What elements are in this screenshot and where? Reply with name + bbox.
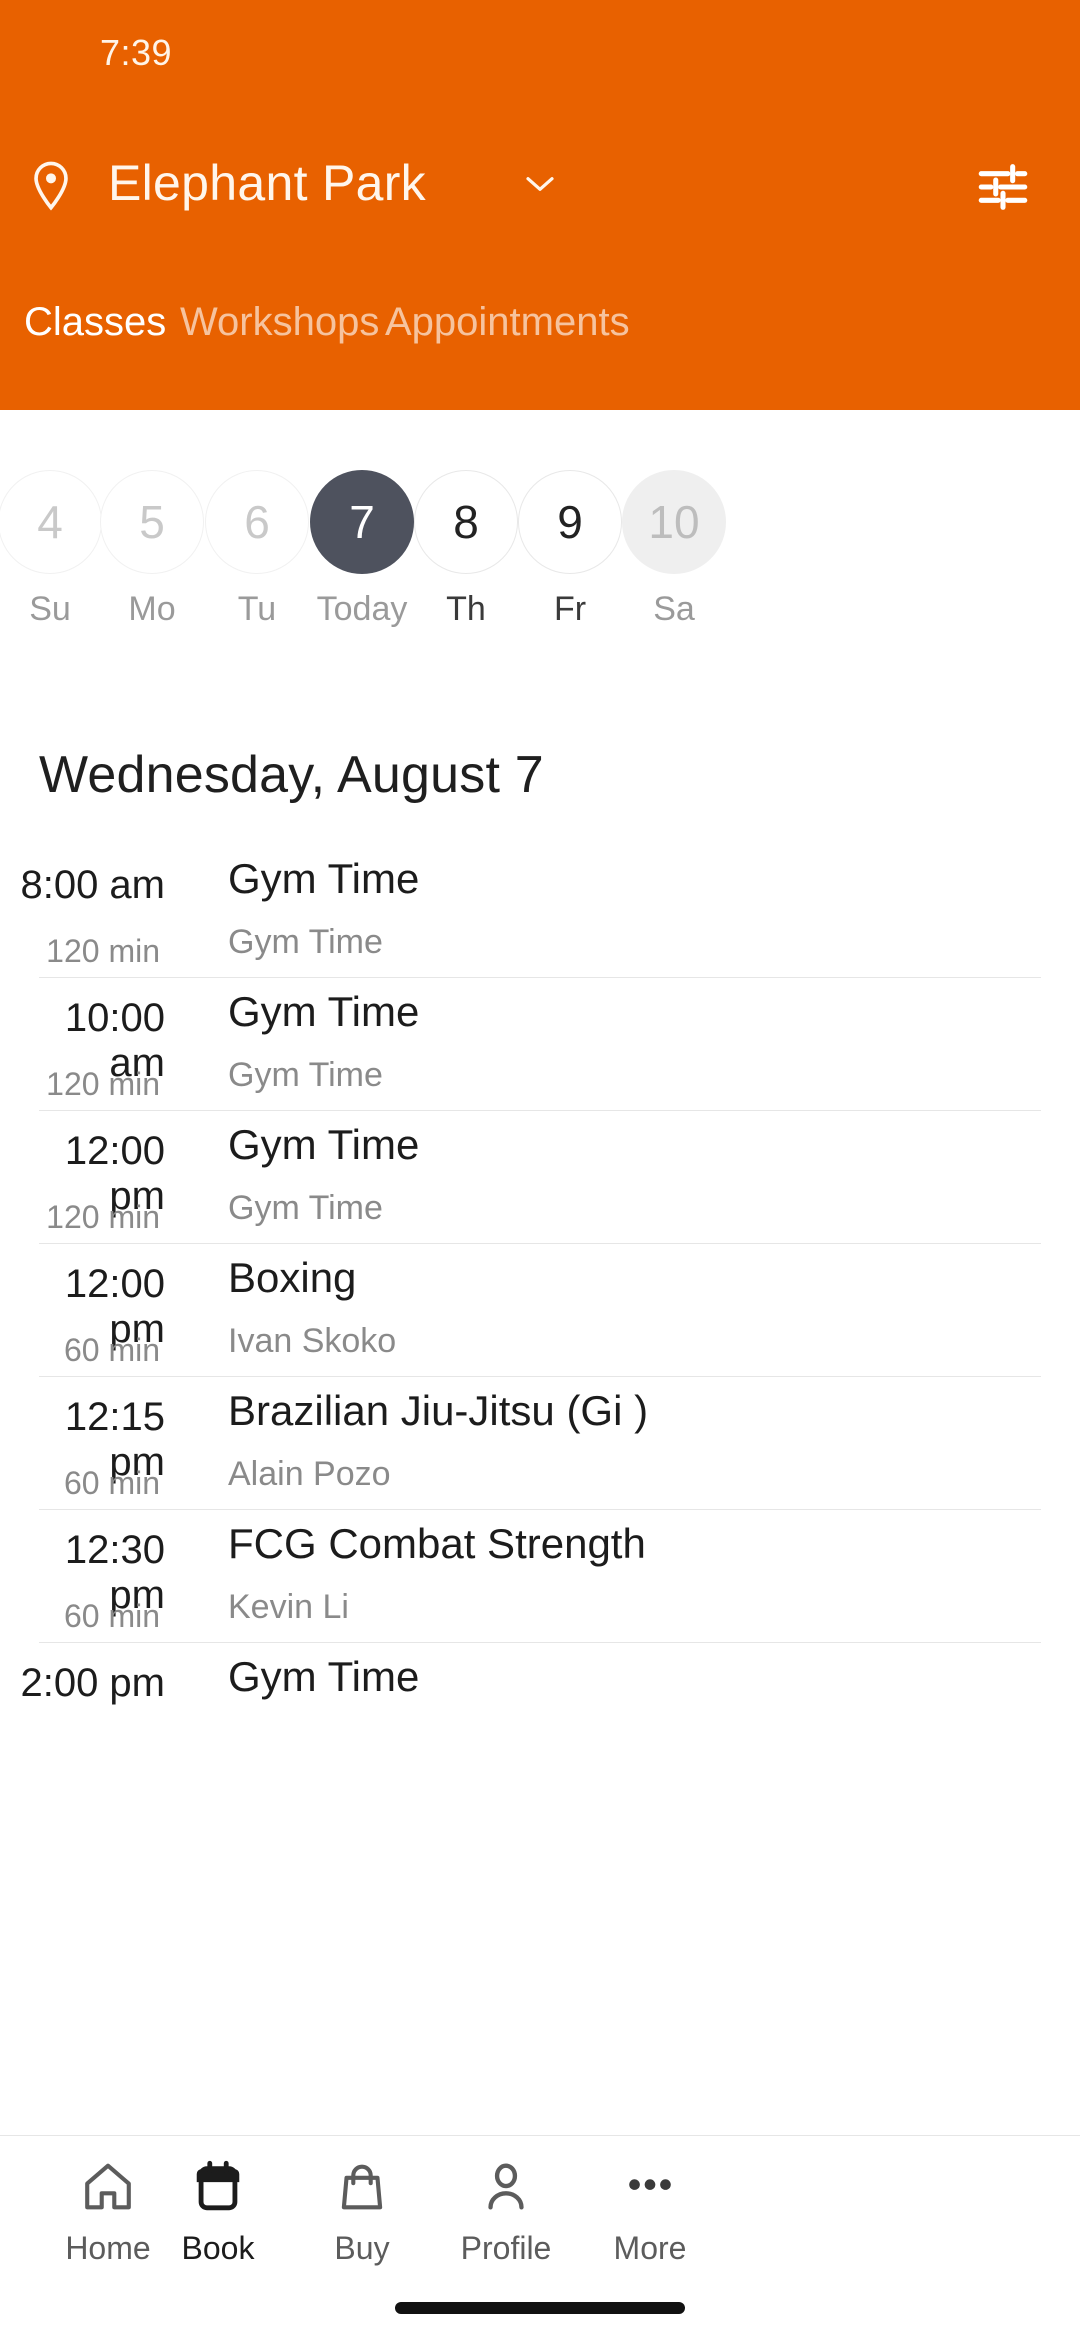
day-heading: Wednesday, August 7	[39, 746, 544, 804]
date-chip-weekday: Fr	[553, 590, 587, 628]
tab-classes[interactable]: Classes	[24, 300, 166, 345]
date-chip-number: 8	[414, 470, 518, 574]
schedule-row[interactable]: 12:00 pm 120 min Gym Time Gym Time	[0, 1111, 1080, 1244]
status-bar-clock: 7:39	[100, 32, 173, 73]
schedule-row-instructor: Alain Pozo	[228, 1455, 391, 1493]
schedule-row-title: Gym Time	[228, 1121, 420, 1168]
schedule-row[interactable]: 8:00 am 120 min Gym Time Gym Time	[0, 845, 1080, 978]
date-chip-8[interactable]: 8 Th	[414, 470, 518, 629]
date-chip-6[interactable]: 6 Tu	[205, 470, 309, 629]
date-chip-weekday: Today	[316, 590, 408, 628]
schedule-row[interactable]: 10:00 am 120 min Gym Time Gym Time	[0, 978, 1080, 1111]
date-chip-number: 6	[205, 470, 309, 574]
more-dots-icon	[542, 2154, 758, 2220]
schedule-row-duration: 60 min	[63, 1332, 160, 1368]
schedule-row-instructor: Ivan Skoko	[228, 1322, 397, 1360]
app-header: 7:39 Elephant Park Classes Workshops App…	[0, 0, 1080, 410]
chevron-down-icon[interactable]	[524, 172, 556, 196]
date-chip-4[interactable]: 4 Su	[0, 470, 102, 629]
schedule-row-title: Gym Time	[228, 1653, 420, 1700]
status-bar: 7:39	[0, 0, 1080, 100]
schedule-row-title: Gym Time	[228, 988, 420, 1035]
schedule-row-title: Boxing	[228, 1254, 357, 1301]
date-chip-weekday: Su	[29, 590, 71, 628]
schedule-list[interactable]: 8:00 am 120 min Gym Time Gym Time 10:00 …	[0, 845, 1080, 2225]
schedule-row[interactable]: 12:30 pm 60 min FCG Combat Strength Kevi…	[0, 1510, 1080, 1643]
schedule-row-instructor: Gym Time	[228, 923, 383, 961]
schedule-row-duration: 60 min	[63, 1598, 160, 1634]
schedule-row-duration: 120 min	[46, 933, 160, 969]
location-row[interactable]: Elephant Park	[0, 150, 1080, 240]
nav-label-more: More	[613, 2230, 687, 2266]
date-chip-10[interactable]: 10 Sa	[622, 470, 726, 629]
location-pin-icon	[28, 158, 74, 214]
schedule-row-instructor: Gym Time	[228, 1056, 383, 1094]
date-chip-weekday: Tu	[237, 590, 277, 628]
date-chip-number: 7	[310, 470, 414, 574]
schedule-row-title: Brazilian Jiu-Jitsu (Gi )	[228, 1387, 649, 1434]
date-chip-number: 4	[0, 470, 102, 574]
schedule-row-duration: 120 min	[46, 1066, 160, 1102]
date-chip-weekday: Mo	[128, 590, 176, 628]
schedule-row-instructor: Kevin Li	[228, 1588, 349, 1626]
tab-appointments[interactable]: Appointments	[385, 300, 630, 345]
schedule-row-time: 8:00 am	[20, 863, 165, 907]
tab-workshops[interactable]: Workshops	[180, 300, 379, 345]
schedule-row-instructor: Gym Time	[228, 1189, 383, 1227]
schedule-row-duration: 120 min	[46, 1199, 160, 1235]
date-chip-5[interactable]: 5 Mo	[100, 470, 204, 629]
nav-item-more[interactable]: More	[542, 2154, 758, 2294]
filter-sliders-icon[interactable]	[974, 158, 1032, 216]
date-chip-number: 9	[518, 470, 622, 574]
schedule-row[interactable]: 12:00 pm 60 min Boxing Ivan Skoko	[0, 1244, 1080, 1377]
schedule-row-duration: 60 min	[63, 1465, 160, 1501]
home-indicator	[395, 2302, 685, 2314]
schedule-row[interactable]: 12:15 pm 60 min Brazilian Jiu-Jitsu (Gi …	[0, 1377, 1080, 1510]
date-chip-7-today[interactable]: 7 Today	[310, 470, 414, 629]
section-tabs: Classes Workshops Appointments	[0, 300, 1080, 380]
schedule-row-title: FCG Combat Strength	[228, 1520, 646, 1567]
date-selector: 4 Su 5 Mo 6 Tu 7 Today 8 Th 9 Fr 10 Sa	[0, 410, 1080, 680]
app-screen: 7:39 Elephant Park Classes Workshops App…	[0, 0, 1080, 2340]
date-chip-number: 10	[622, 470, 726, 574]
date-chip-weekday: Th	[446, 590, 486, 628]
bottom-navigation: Home Book Buy Profile More	[0, 2135, 1080, 2340]
location-name: Elephant Park	[108, 155, 426, 211]
date-chip-9[interactable]: 9 Fr	[518, 470, 622, 629]
schedule-row[interactable]: 2:00 pm Gym Time	[0, 1643, 1080, 1776]
date-chip-number: 5	[100, 470, 204, 574]
date-chip-weekday: Sa	[653, 590, 695, 628]
schedule-row-time: 2:00 pm	[20, 1661, 165, 1705]
schedule-row-title: Gym Time	[228, 855, 420, 902]
